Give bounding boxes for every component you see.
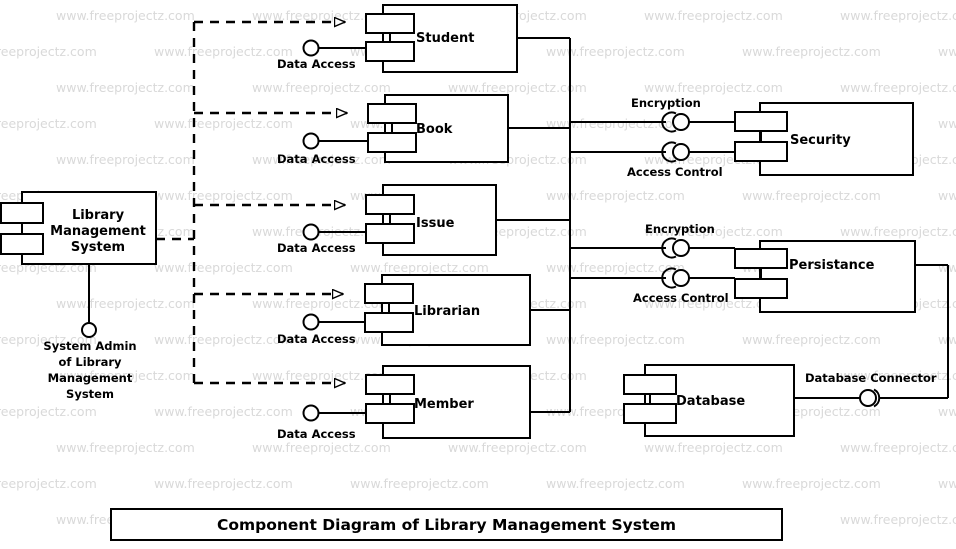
component-label-database: Database	[676, 394, 746, 409]
component-label-lms-line1: Library	[71, 208, 125, 223]
component-label-book: Book	[416, 122, 453, 137]
interface-label-encryption-persistance: Encryption	[645, 222, 715, 236]
assembly-connector-access-control-persistance	[570, 267, 735, 289]
interface-ball-data-access-issue	[302, 223, 366, 241]
component-label-lms-line3: System	[70, 240, 126, 255]
interface-label-system-admin-line4: System	[66, 387, 114, 401]
assembly-connector-encryption-persistance	[570, 237, 735, 259]
component-label-issue: Issue	[416, 216, 455, 231]
interface-ball-data-access-book	[302, 132, 368, 150]
interface-label-access-control-persistance: Access Control	[633, 291, 729, 305]
component-label-lms-line2: Management	[50, 224, 146, 239]
interface-label-system-admin: System Admin of Library Management Syste…	[19, 338, 161, 402]
interface-label-encryption-security: Encryption	[631, 96, 701, 110]
interface-label-system-admin-line2: of Library	[58, 355, 122, 369]
diagram-title-bar: Component Diagram of Library Management …	[110, 508, 783, 541]
interface-label-data-access-issue: Data Access	[277, 241, 356, 255]
interface-label-data-access-librarian: Data Access	[277, 332, 356, 346]
diagram-vector-layer	[0, 4, 949, 439]
component-label-lms: Library Management System	[38, 208, 158, 256]
interface-ball-data-access-member	[302, 404, 366, 422]
interface-label-data-access-member: Data Access	[277, 427, 356, 441]
interface-label-access-control-security: Access Control	[627, 165, 723, 179]
assembly-connector-access-control-security	[570, 141, 735, 163]
interface-label-system-admin-line3: Management	[47, 371, 133, 385]
component-label-librarian: Librarian	[414, 304, 481, 319]
component-label-persistance: Persistance	[789, 258, 875, 273]
interface-label-data-access-book: Data Access	[277, 152, 356, 166]
interface-ball-system-admin	[81, 264, 97, 338]
interface-ball-data-access-student	[302, 39, 366, 57]
component-label-member: Member	[414, 397, 474, 412]
interface-label-database-connector: Database Connector	[805, 371, 937, 385]
interface-ball-data-access-librarian	[302, 313, 365, 331]
diagram-title-text: Component Diagram of Library Management …	[216, 515, 677, 534]
component-label-security: Security	[790, 133, 851, 148]
interface-label-system-admin-line1: System Admin	[43, 339, 137, 353]
component-label-student: Student	[416, 31, 475, 46]
assembly-connector-encryption-security	[570, 111, 735, 133]
interface-label-data-access-student: Data Access	[277, 57, 356, 71]
component-diagram-canvas: www.freeprojectz.com www.freeprojectz.com…	[0, 0, 956, 549]
component-shape-persistance	[734, 240, 916, 313]
